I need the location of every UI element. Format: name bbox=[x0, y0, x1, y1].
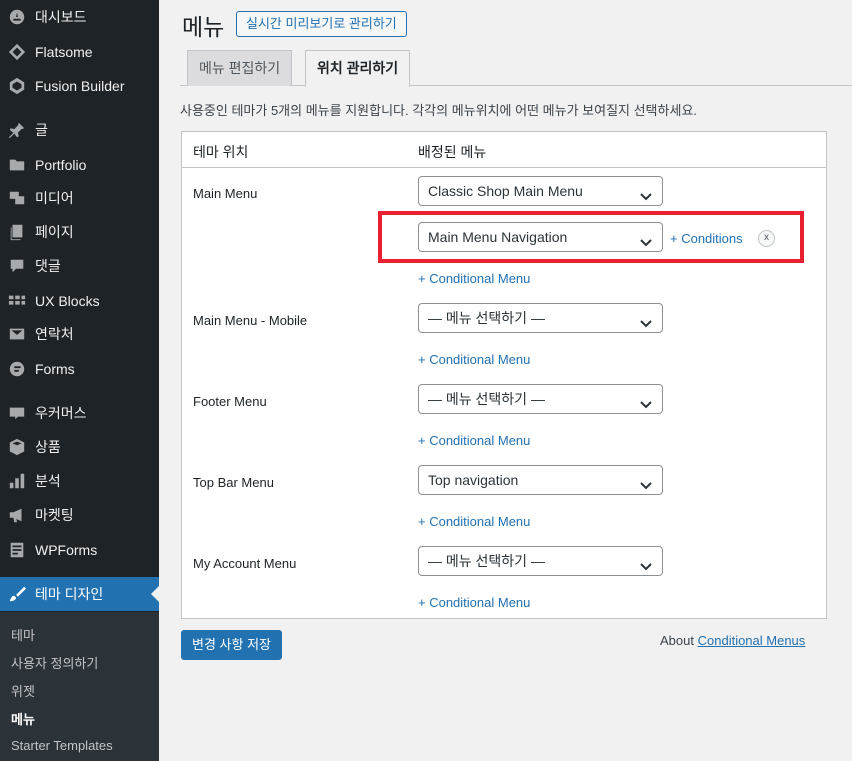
add-conditional-menu-link[interactable]: + Conditional Menu bbox=[418, 514, 530, 529]
column-header-location: 테마 위치 bbox=[193, 144, 249, 160]
tab-manage-locations[interactable]: 위치 관리하기 bbox=[305, 50, 411, 87]
remove-conditional-button[interactable]: x bbox=[758, 230, 775, 247]
megaphone-icon bbox=[7, 505, 27, 525]
about-prefix: About bbox=[660, 633, 694, 648]
sidebar-item-portfolio[interactable]: Portfolio bbox=[0, 148, 159, 182]
folder-icon bbox=[7, 155, 27, 175]
table-header: 테마 위치 배정된 메뉴 bbox=[182, 132, 826, 168]
live-preview-button[interactable]: 실시간 미리보기로 관리하기 bbox=[236, 11, 407, 37]
top-bar-menu-select[interactable]: Top navigation bbox=[418, 465, 663, 495]
chevron-down-icon bbox=[639, 392, 653, 409]
locations-description: 사용중인 테마가 5개의 메뉴를 지원합니다. 각각의 메뉴위치에 어떤 메뉴가… bbox=[180, 103, 698, 118]
conditional-menus-link[interactable]: Conditional Menus bbox=[698, 633, 806, 648]
submenu-item-starter-templates[interactable]: Starter Templates bbox=[11, 738, 113, 753]
submenu-item-menus[interactable]: 메뉴 bbox=[11, 709, 35, 728]
wpforms-icon bbox=[7, 540, 27, 560]
sidebar-item-fusion-builder[interactable]: Fusion Builder bbox=[0, 69, 159, 103]
location-label-main-menu-mobile: Main Menu - Mobile bbox=[193, 313, 308, 328]
appearance-submenu: 테마 사용자 정의하기 위젯 메뉴 Starter Templates bbox=[0, 612, 159, 761]
fusion-builder-icon bbox=[7, 76, 27, 96]
select-value: Classic Shop Main Menu bbox=[428, 183, 583, 199]
main-menu-select[interactable]: Classic Shop Main Menu bbox=[418, 176, 663, 206]
sidebar-item-dashboard[interactable]: 대시보드 bbox=[0, 0, 159, 34]
comment-icon bbox=[7, 256, 27, 276]
sidebar-item-comments[interactable]: 댓글 bbox=[0, 249, 159, 283]
sidebar-item-label: 대시보드 bbox=[35, 9, 87, 25]
admin-sidebar: 대시보드 Flatsome Fusion Builder 글 Portfolio… bbox=[0, 0, 159, 761]
chevron-down-icon bbox=[639, 184, 653, 201]
sidebar-item-forms[interactable]: Forms bbox=[0, 352, 159, 386]
tab-edit-menus[interactable]: 메뉴 편집하기 bbox=[187, 50, 293, 86]
chevron-down-icon bbox=[639, 311, 653, 328]
sidebar-item-pages[interactable]: 페이지 bbox=[0, 215, 159, 249]
save-changes-button[interactable]: 변경 사항 저장 bbox=[181, 630, 282, 660]
sidebar-item-label: Flatsome bbox=[35, 44, 93, 60]
pin-icon bbox=[7, 120, 27, 140]
media-icon bbox=[7, 188, 27, 208]
forms-icon bbox=[7, 359, 27, 379]
mail-icon bbox=[7, 324, 27, 344]
select-value: Top navigation bbox=[428, 472, 519, 488]
submenu-item-customize[interactable]: 사용자 정의하기 bbox=[11, 653, 98, 672]
submenu-item-widgets[interactable]: 위젯 bbox=[11, 681, 35, 700]
location-label-my-account-menu: My Account Menu bbox=[193, 556, 297, 571]
sidebar-item-label: 미디어 bbox=[35, 190, 74, 206]
menu-locations-table: 테마 위치 배정된 메뉴 Main Menu Classic Shop Main… bbox=[181, 131, 827, 619]
location-label-top-bar-menu: Top Bar Menu bbox=[193, 475, 274, 490]
page-icon bbox=[7, 222, 27, 242]
sidebar-item-woocommerce[interactable]: 우커머스 bbox=[0, 396, 159, 430]
sidebar-item-media[interactable]: 미디어 bbox=[0, 181, 159, 215]
sidebar-item-label: 댓글 bbox=[35, 258, 61, 274]
add-conditional-menu-link[interactable]: + Conditional Menu bbox=[418, 352, 530, 367]
sidebar-item-wpforms[interactable]: WPForms bbox=[0, 533, 159, 567]
select-value: — 메뉴 선택하기 — bbox=[428, 391, 545, 407]
sidebar-item-appearance[interactable]: 테마 디자인 bbox=[0, 577, 159, 611]
woo-icon bbox=[7, 403, 27, 423]
sidebar-item-contacts[interactable]: 연락처 bbox=[0, 317, 159, 351]
sidebar-item-posts[interactable]: 글 bbox=[0, 113, 159, 147]
main-menu-mobile-select[interactable]: — 메뉴 선택하기 — bbox=[418, 303, 663, 333]
sidebar-item-label: 글 bbox=[35, 122, 48, 138]
dashboard-icon bbox=[7, 7, 27, 27]
select-value: — 메뉴 선택하기 — bbox=[428, 310, 545, 326]
conditions-link[interactable]: + Conditions bbox=[670, 231, 743, 246]
blocks-icon bbox=[7, 291, 27, 311]
bar-chart-icon bbox=[7, 471, 27, 491]
sidebar-item-label: Fusion Builder bbox=[35, 78, 125, 94]
add-conditional-menu-link[interactable]: + Conditional Menu bbox=[418, 433, 530, 448]
sidebar-item-label: Portfolio bbox=[35, 157, 87, 173]
location-label-footer-menu: Footer Menu bbox=[193, 394, 267, 409]
page-title: 메뉴 bbox=[182, 14, 225, 40]
column-header-assigned: 배정된 메뉴 bbox=[418, 144, 487, 160]
sidebar-item-label: UX Blocks bbox=[35, 293, 100, 309]
sidebar-item-label: 연락처 bbox=[35, 326, 74, 342]
add-conditional-menu-link[interactable]: + Conditional Menu bbox=[418, 271, 530, 286]
footer-menu-select[interactable]: — 메뉴 선택하기 — bbox=[418, 384, 663, 414]
sidebar-item-label: 분석 bbox=[35, 473, 61, 489]
sidebar-item-label: 상품 bbox=[35, 439, 61, 455]
sidebar-item-label: 우커머스 bbox=[35, 405, 87, 421]
sidebar-item-flatsome[interactable]: Flatsome bbox=[0, 35, 159, 69]
sidebar-item-products[interactable]: 상품 bbox=[0, 430, 159, 464]
sidebar-item-label: WPForms bbox=[35, 542, 98, 558]
chevron-down-icon bbox=[639, 473, 653, 490]
sidebar-item-label: 페이지 bbox=[35, 224, 74, 240]
add-conditional-menu-link[interactable]: + Conditional Menu bbox=[418, 595, 530, 610]
sidebar-item-label: 마켓팅 bbox=[35, 507, 74, 523]
location-label-main-menu: Main Menu bbox=[193, 186, 258, 201]
chevron-down-icon bbox=[639, 554, 653, 571]
submenu-item-themes[interactable]: 테마 bbox=[11, 625, 35, 644]
sidebar-item-label: 테마 디자인 bbox=[35, 586, 104, 602]
flatsome-icon bbox=[7, 42, 27, 62]
sidebar-item-analytics[interactable]: 분석 bbox=[0, 464, 159, 498]
my-account-menu-select[interactable]: — 메뉴 선택하기 — bbox=[418, 546, 663, 576]
sidebar-item-label: Forms bbox=[35, 361, 75, 377]
sidebar-item-marketing[interactable]: 마켓팅 bbox=[0, 498, 159, 532]
about-conditional-menus: About Conditional Menus bbox=[660, 633, 805, 648]
sidebar-item-ux-blocks[interactable]: UX Blocks bbox=[0, 284, 159, 318]
select-value: — 메뉴 선택하기 — bbox=[428, 553, 545, 569]
paintbrush-icon bbox=[7, 584, 27, 604]
product-box-icon bbox=[7, 437, 27, 457]
